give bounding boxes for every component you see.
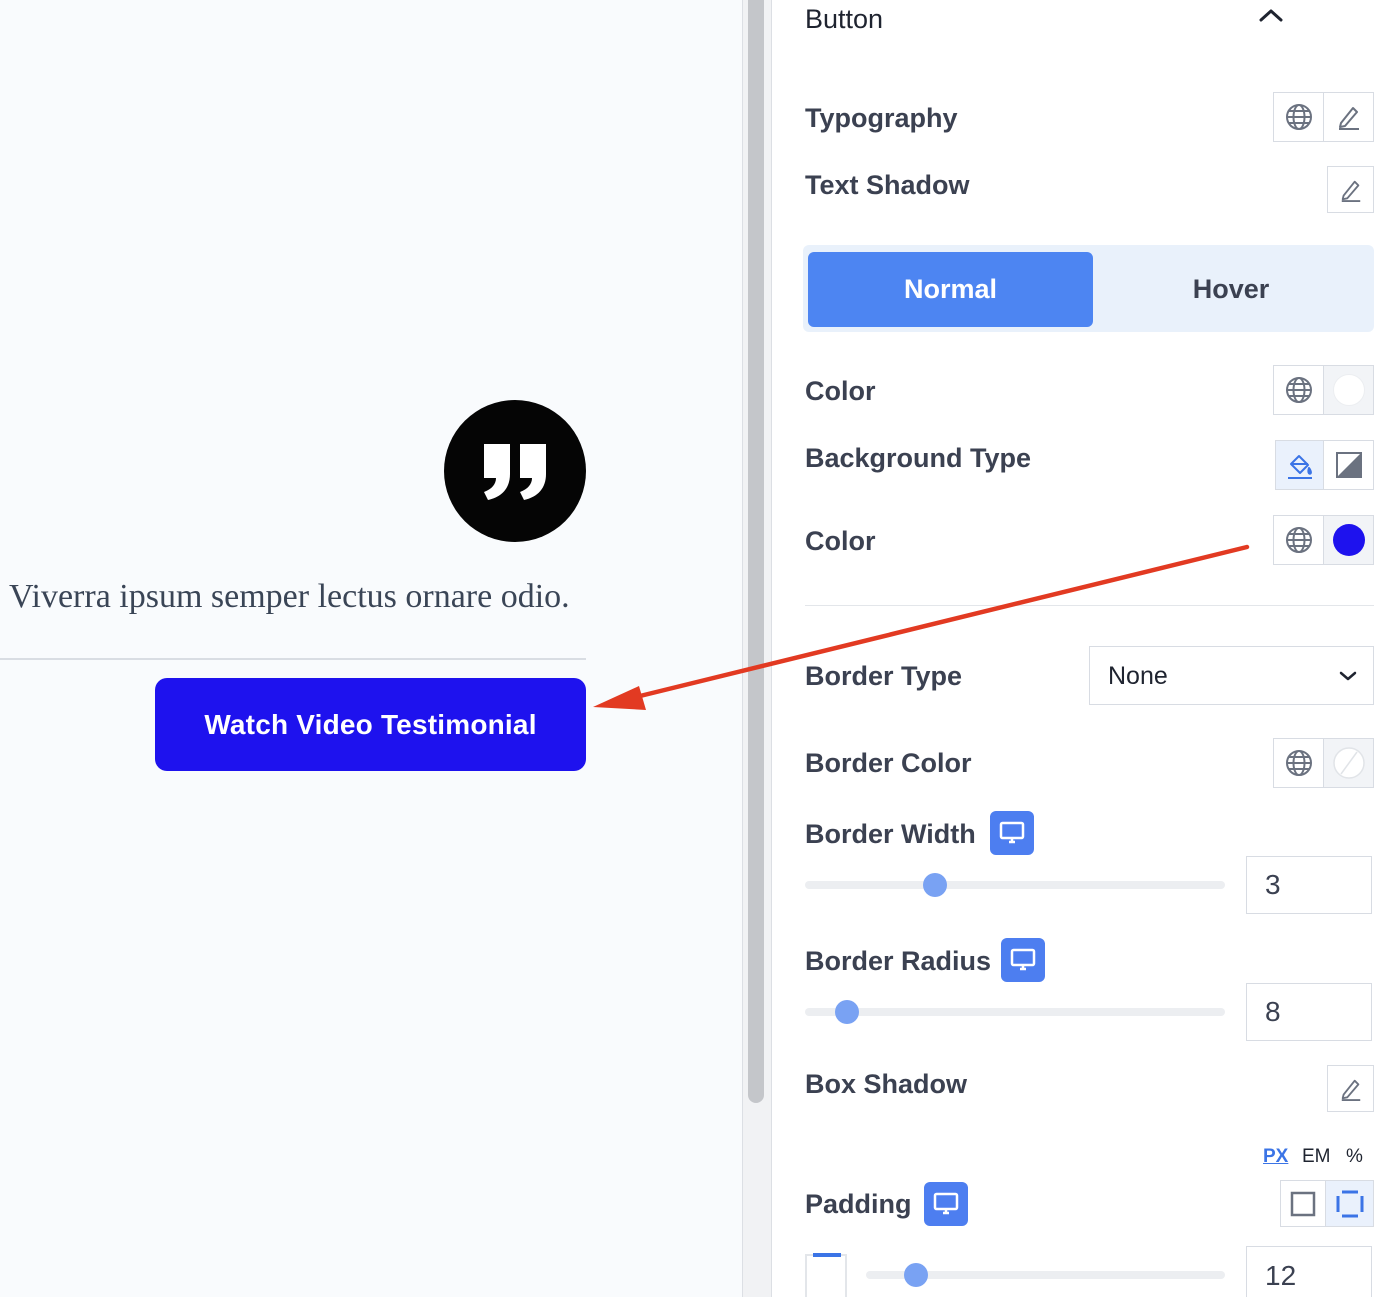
border-radius-input[interactable]: 8 [1246,983,1372,1041]
testimonial-quote: Viverra ipsum semper lectus ornare odio. [9,578,570,615]
tab-hover[interactable]: Hover [1093,252,1369,327]
globe-icon [1285,377,1312,403]
paint-bucket-icon [1287,455,1312,479]
border-radius-slider[interactable] [805,1008,1225,1016]
square-icon [1290,1191,1316,1216]
border-width-label: Border Width [805,819,976,849]
responsive-desktop-button[interactable] [924,1182,968,1226]
preview-divider [0,658,586,660]
unit-px[interactable]: PX [1263,1146,1288,1168]
text-color-picker[interactable] [1323,365,1374,415]
global-background-color-button[interactable] [1273,515,1324,565]
box-shadow-label: Box Shadow [805,1069,968,1099]
section-divider [805,605,1374,606]
quote-icon [444,400,586,542]
background-color-label: Color [805,526,876,556]
desktop-icon [1010,948,1036,971]
pencil-icon [1341,1079,1360,1101]
padding-all-sides-button[interactable] [1280,1180,1326,1227]
background-gradient-button[interactable] [1323,440,1374,490]
border-type-label: Border Type [805,661,963,691]
background-classic-button[interactable] [1275,440,1324,490]
border-width-slider[interactable] [805,881,1225,889]
global-border-color-button[interactable] [1273,738,1324,788]
global-typography-button[interactable] [1273,92,1324,142]
text-color-swatch [1332,374,1365,406]
global-text-color-button[interactable] [1273,365,1324,415]
individual-sides-icon [1336,1190,1363,1217]
text-color-label: Color [805,376,876,406]
padding-individual-sides-button[interactable] [1325,1180,1374,1227]
desktop-icon [933,1192,959,1215]
globe-icon [1285,750,1312,776]
background-color-swatch [1332,524,1365,556]
chevron-down-icon [1339,671,1357,681]
padding-side-indicator [805,1253,847,1297]
background-type-label: Background Type [805,443,1032,473]
globe-icon [1285,104,1312,130]
desktop-icon [999,821,1025,844]
preview-canvas: Viverra ipsum semper lectus ornare odio.… [0,0,742,1297]
unit-em[interactable]: EM [1302,1146,1331,1168]
border-radius-label: Border Radius [805,946,992,976]
pencil-icon [1341,180,1360,202]
typography-label: Typography [805,103,958,133]
watch-video-testimonial-button[interactable]: Watch Video Testimonial [155,678,586,771]
gradient-icon [1335,452,1362,478]
border-color-picker[interactable] [1323,738,1374,788]
unit-percent[interactable]: % [1346,1146,1363,1168]
padding-label: Padding [805,1189,912,1219]
chevron-up-icon[interactable] [1258,6,1284,29]
edit-typography-button[interactable] [1323,92,1374,142]
empty-color-icon [1332,747,1365,779]
padding-input[interactable]: 12 [1246,1246,1372,1297]
tab-normal[interactable]: Normal [808,252,1093,327]
border-color-label: Border Color [805,748,972,778]
section-title-button[interactable]: Button [805,4,883,35]
top-side-marker [813,1253,841,1257]
pencil-icon [1338,107,1359,130]
border-width-slider-handle[interactable] [923,873,948,897]
globe-icon [1285,527,1312,553]
text-shadow-label: Text Shadow [805,170,970,200]
responsive-desktop-button[interactable] [1001,938,1045,982]
background-color-picker[interactable] [1323,515,1374,565]
border-radius-slider-handle[interactable] [835,1000,859,1024]
scrollbar-thumb[interactable] [748,0,764,1103]
border-type-value: None [1108,662,1168,690]
border-width-input[interactable]: 3 [1246,856,1372,914]
responsive-desktop-button[interactable] [990,811,1034,855]
border-type-select[interactable]: None [1089,646,1374,705]
edit-text-shadow-button[interactable] [1327,166,1374,213]
edit-box-shadow-button[interactable] [1327,1065,1374,1112]
